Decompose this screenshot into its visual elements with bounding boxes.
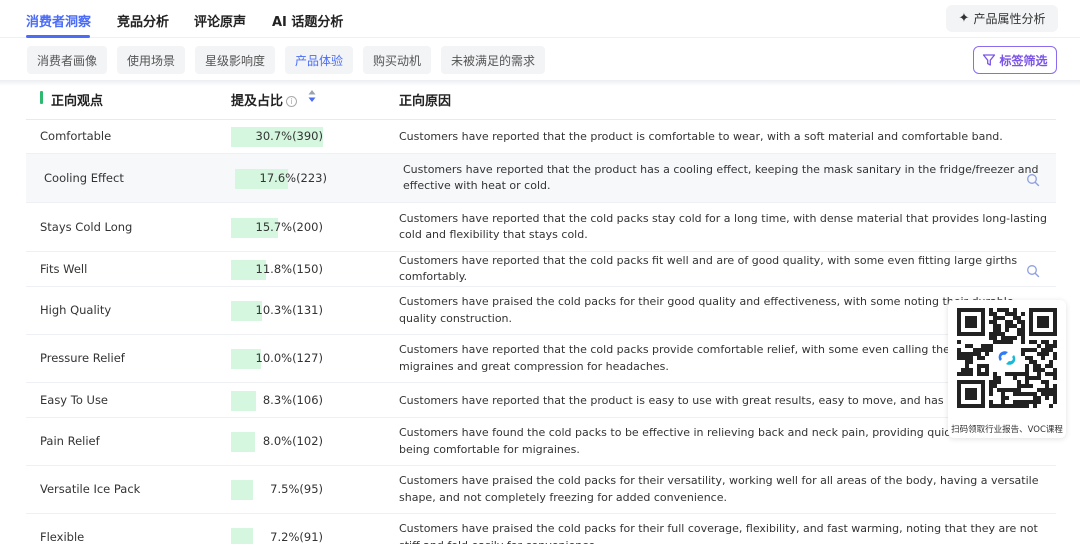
header-accent-bar <box>40 91 43 104</box>
header-positive-viewpoint: 正向观点 <box>51 94 104 109</box>
search-icon[interactable] <box>1026 173 1040 187</box>
tag-filter-label: 标签筛选 <box>999 53 1048 68</box>
share-value: 8.0%(102) <box>262 434 323 448</box>
subtab-consumer-profile[interactable]: 消费者画像 <box>27 46 108 74</box>
share-value: 10.0%(127) <box>255 351 323 365</box>
viewpoint-name: High Quality <box>40 303 112 317</box>
share-bar <box>231 432 255 452</box>
product-attribute-analysis-label: 产品属性分析 <box>973 12 1046 26</box>
share-value: 10.3%(131) <box>255 303 323 317</box>
subtab-unmet-needs[interactable]: 未被满足的需求 <box>441 46 546 74</box>
qr-caption: 扫码领取行业报告、VOC课程 <box>951 425 1063 435</box>
tag-filter-button[interactable]: 标签筛选 <box>973 46 1057 74</box>
share-value: 7.2%(91) <box>270 530 323 544</box>
active-tab-indicator <box>26 35 90 38</box>
viewpoint-name: Pain Relief <box>40 434 100 448</box>
viewpoint-name: Comfortable <box>40 129 112 143</box>
table-row[interactable]: Stays Cold Long 15.7%(200) Customers have … <box>26 203 1056 252</box>
table-row[interactable]: Flexible 7.2%(91) Customers have praised t… <box>26 514 1056 544</box>
viewpoint-name: Cooling Effect <box>44 170 124 185</box>
viewpoint-name: Pressure Relief <box>40 351 125 365</box>
viewpoint-name: Fits Well <box>40 261 88 276</box>
sort-icon[interactable] <box>308 89 316 103</box>
subtab-product-experience[interactable]: 产品体验 <box>285 46 354 74</box>
viewpoint-name: Versatile Ice Pack <box>40 482 141 496</box>
tab-review-voice[interactable]: 评论原声 <box>194 11 246 30</box>
share-value: 15.7%(200) <box>255 219 323 234</box>
subtab-usage-scenario[interactable]: 使用场景 <box>117 46 186 74</box>
share-bar <box>231 528 253 544</box>
sparkle-icon: ✦ <box>958 11 970 26</box>
header-mention-share[interactable]: 提及占比 i <box>231 90 298 109</box>
share-value: 8.3%(106) <box>262 392 323 407</box>
product-attribute-analysis-button[interactable]: ✦ 产品属性分析 <box>946 5 1058 32</box>
reason-text: Customers have reported that the product… <box>399 130 1003 143</box>
table-row[interactable]: High Quality 10.3%(131) Customers have pra… <box>26 287 1056 335</box>
table-row[interactable]: Easy To Use 8.3%(106) Customers have repor… <box>26 383 1056 418</box>
tab-ai-topic-analysis[interactable]: AI 话题分析 <box>272 11 343 30</box>
share-value: 7.5%(95) <box>270 482 323 496</box>
viewpoint-name: Stays Cold Long <box>40 219 133 234</box>
header-positive-reason: 正向原因 <box>399 94 452 109</box>
header-divider <box>0 80 1080 86</box>
reason-text: Customers have praised the cold packs fo… <box>399 474 1039 504</box>
table-row[interactable]: Fits Well 11.8%(150) Customers have report… <box>26 252 1056 287</box>
qr-code-icon <box>957 308 1057 408</box>
share-bar <box>231 480 253 500</box>
subtab-star-impact[interactable]: 星级影响度 <box>195 46 276 74</box>
search-icon[interactable] <box>1026 264 1040 278</box>
table-row[interactable]: Pain Relief 8.0%(102) Customers have found… <box>26 418 1056 466</box>
viewpoint-name: Easy To Use <box>40 392 109 407</box>
share-bar <box>231 390 256 411</box>
table-row[interactable]: Versatile Ice Pack 7.5%(95) Customers have… <box>26 466 1056 514</box>
share-value: 11.8%(150) <box>255 261 323 276</box>
table-row[interactable]: Comfortable 30.7%(390) Customers have repo… <box>26 120 1056 154</box>
reason-text: Customers have reported that the product… <box>403 162 1039 193</box>
tab-competitor-analysis[interactable]: 竞品分析 <box>117 11 169 30</box>
viewpoint-name: Flexible <box>40 530 85 544</box>
funnel-icon <box>983 54 996 66</box>
subtab-purchase-motivation[interactable]: 购买动机 <box>363 46 432 74</box>
table-row[interactable]: Pressure Relief 10.0%(127) Customers have … <box>26 335 1056 383</box>
share-value: 17.6%(223) <box>259 170 327 185</box>
table-row[interactable]: Cooling Effect 17.6%(223) Customers have r… <box>26 154 1056 203</box>
tab-consumer-insight[interactable]: 消费者洞察 <box>26 11 91 30</box>
reason-text: Customers have praised the cold packs fo… <box>399 522 1038 544</box>
reason-text: Customers have reported that the cold pa… <box>399 211 1047 242</box>
qr-popup: 扫码领取行业报告、VOC课程 <box>948 300 1066 438</box>
info-icon[interactable]: i <box>286 96 298 107</box>
top-tab-bar: 消费者洞察 竞品分析 评论原声 AI 话题分析 ✦ 产品属性分析 <box>0 0 1080 38</box>
share-value: 30.7%(390) <box>255 129 323 143</box>
header-mention-share-label: 提及占比 <box>231 94 284 109</box>
reason-text: Customers have reported that the cold pa… <box>399 253 1018 284</box>
